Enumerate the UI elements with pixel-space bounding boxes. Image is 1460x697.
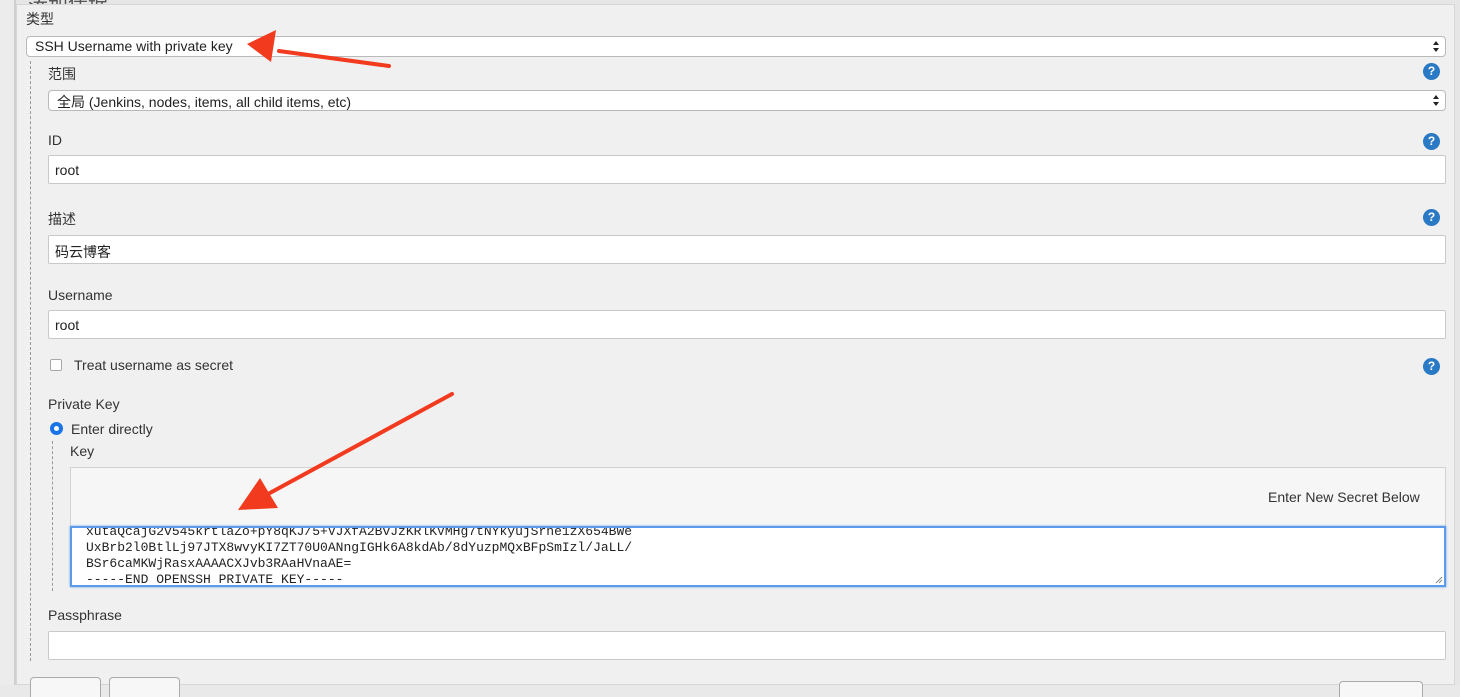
scope-label: 范围 [48,66,76,82]
secret-note: Enter New Secret Below [1268,489,1420,505]
private-key-line: BSr6caMKWjRasxAAAACXJvb3RAaHVnaAE= [86,556,352,571]
background-bottom-edge [0,685,1460,697]
private-key-lines: xutaQcajG2v545krtlaZo+pY8qKJ/5+VJXfA2BvJ… [86,526,633,587]
description-input[interactable]: 码云博客 [48,235,1446,264]
id-input[interactable]: root [48,155,1446,184]
id-label: ID [48,132,62,148]
key-nesting-guide [52,441,53,591]
description-label: 描述 [48,211,76,227]
resize-grip-icon[interactable] [1435,576,1443,584]
kind-label: 类型 [26,11,54,27]
private-key-line: -----END OPENSSH PRIVATE KEY----- [86,572,344,587]
passphrase-input[interactable] [48,631,1446,660]
enter-directly-label: Enter directly [71,421,153,437]
kind-select[interactable]: SSH Username with private key [26,36,1446,57]
add-button[interactable] [30,677,101,697]
private-key-line: xutaQcajG2v545krtlaZo+pY8qKJ/5+VJXfA2BvJ… [86,526,633,539]
background-right-edge [1455,0,1460,697]
nesting-guide [30,61,31,661]
kind-select-value: SSH Username with private key [35,38,233,54]
private-key-line: UxBrb2l0BtlLj97JTX8wvyKI7ZT70U0ANngIGHk6… [86,540,633,555]
private-key-textarea[interactable]: xutaQcajG2v545krtlaZo+pY8qKJ/5+VJXfA2BvJ… [70,526,1446,587]
description-help-icon[interactable]: ? [1423,209,1440,226]
treat-secret-help-icon[interactable]: ? [1423,358,1440,375]
footer-button[interactable] [1339,681,1423,697]
select-arrows-icon [1433,95,1439,106]
credential-form-panel: 类型 SSH Username with private key 范围 ? 全局… [16,4,1455,685]
treat-secret-label: Treat username as secret [74,357,233,373]
scope-select[interactable]: 全局 (Jenkins, nodes, items, all child ite… [48,90,1446,111]
passphrase-label: Passphrase [48,607,122,623]
enter-directly-radio[interactable] [50,422,63,435]
select-arrows-icon [1433,41,1439,52]
username-input[interactable]: root [48,310,1446,339]
id-help-icon[interactable]: ? [1423,133,1440,150]
treat-secret-checkbox[interactable] [50,359,62,371]
private-key-label: Private Key [48,396,120,412]
cancel-button[interactable] [109,677,180,697]
key-label: Key [70,443,95,459]
scope-select-value: 全局 (Jenkins, nodes, items, all child ite… [57,94,352,110]
scope-help-icon[interactable]: ? [1423,63,1440,80]
username-label: Username [48,287,113,303]
